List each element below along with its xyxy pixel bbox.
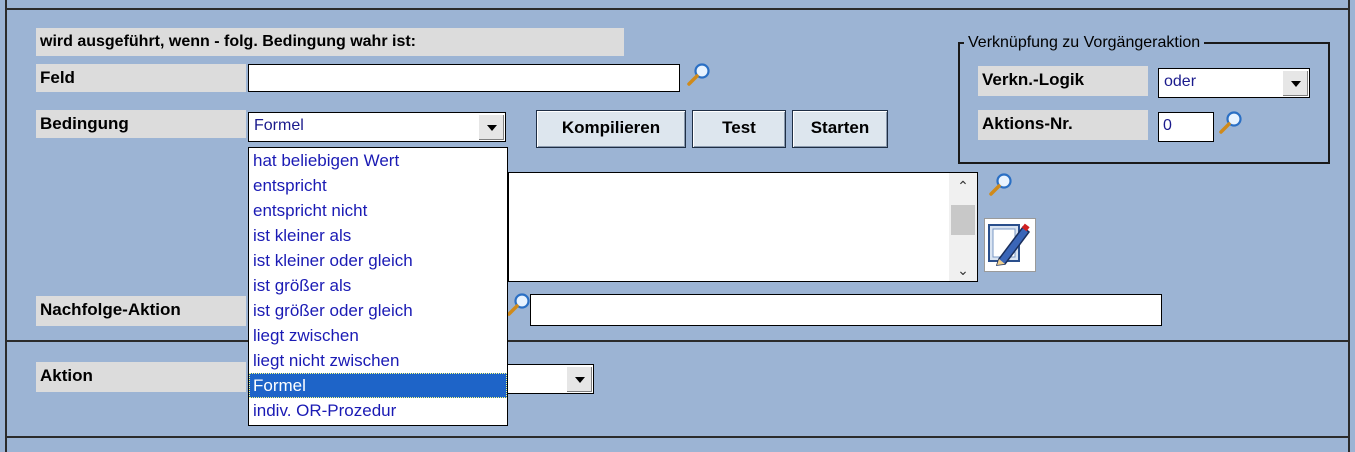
frame-border-left: [5, 0, 7, 452]
chevron-down-icon[interactable]: [478, 114, 504, 140]
frame-border-right: [1348, 0, 1350, 452]
dropdown-option[interactable]: liegt zwischen: [249, 323, 507, 348]
starten-button[interactable]: Starten: [792, 110, 888, 148]
verknuepfung-group: [958, 42, 1330, 164]
dropdown-option-selected[interactable]: Formel: [249, 373, 507, 398]
bedingung-selected-value: Formel: [254, 117, 304, 134]
dropdown-option[interactable]: liegt nicht zwischen: [249, 348, 507, 373]
divider-bottom: [5, 436, 1350, 438]
formula-textarea[interactable]: ⌃ ⌄: [508, 172, 978, 282]
bedingung-select[interactable]: Formel: [248, 112, 506, 142]
magnifier-icon[interactable]: [506, 292, 532, 318]
verkn-logik-label: Verkn.-Logik: [978, 66, 1148, 96]
dropdown-option[interactable]: entspricht: [249, 173, 507, 198]
bedingung-label: Bedingung: [36, 110, 246, 138]
magnifier-icon[interactable]: [1218, 110, 1244, 136]
aktion-label: Aktion: [36, 362, 246, 392]
feld-input[interactable]: [248, 64, 680, 92]
dropdown-option[interactable]: ist kleiner als: [249, 223, 507, 248]
form-panel: wird ausgeführt, wenn - folg. Bedingung …: [0, 0, 1355, 452]
divider-middle: [5, 340, 1350, 342]
magnifier-icon[interactable]: [686, 62, 712, 88]
verkn-logik-select[interactable]: oder: [1158, 68, 1310, 98]
dropdown-option[interactable]: ist größer als: [249, 273, 507, 298]
dropdown-option[interactable]: ist kleiner oder gleich: [249, 248, 507, 273]
chevron-up-icon[interactable]: ⌃: [949, 175, 977, 197]
nachfolge-aktion-label: Nachfolge-Aktion: [36, 296, 246, 326]
dropdown-option[interactable]: indiv. OR-Prozedur: [249, 398, 507, 423]
verkn-logik-value: oder: [1164, 73, 1197, 90]
dropdown-option[interactable]: hat beliebigen Wert: [249, 148, 507, 173]
aktions-nr-input[interactable]: 0: [1158, 112, 1214, 142]
divider-top: [5, 8, 1350, 10]
chevron-down-icon[interactable]: [1282, 70, 1308, 96]
feld-label: Feld: [36, 64, 246, 92]
test-button[interactable]: Test: [692, 110, 786, 148]
aktions-nr-label: Aktions-Nr.: [978, 110, 1148, 140]
nachfolge-aktion-input[interactable]: [530, 294, 1162, 326]
dropdown-option[interactable]: ist größer oder gleich: [249, 298, 507, 323]
verknuepfung-group-title: Verknüpfung zu Vorgängeraktion: [964, 34, 1205, 52]
condition-caption: wird ausgeführt, wenn - folg. Bedingung …: [36, 28, 624, 56]
pencil-icon: [988, 223, 1031, 266]
dropdown-option[interactable]: entspricht nicht: [249, 198, 507, 223]
formula-scrollbar[interactable]: ⌃ ⌄: [949, 173, 977, 281]
kompilieren-button[interactable]: Kompilieren: [536, 110, 686, 148]
chevron-down-icon[interactable]: [566, 366, 592, 392]
chevron-down-icon[interactable]: ⌄: [949, 259, 977, 281]
bedingung-dropdown-list[interactable]: hat beliebigen Wert entspricht entsprich…: [248, 147, 508, 426]
magnifier-icon[interactable]: [988, 172, 1014, 198]
scrollbar-thumb[interactable]: [951, 205, 975, 235]
edit-formula-button[interactable]: [984, 218, 1036, 272]
